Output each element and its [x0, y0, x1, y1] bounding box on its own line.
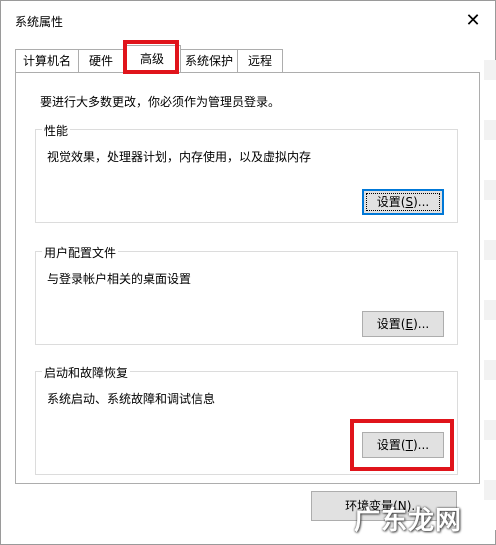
settings-button-highlight-box: [350, 419, 454, 471]
tab-computer-name[interactable]: 计算机名: [15, 49, 79, 72]
watermark-logo: 广东龙网: [354, 506, 463, 536]
user-profiles-group: 用户配置文件 与登录帐户相关的桌面设置 设置(E)...: [35, 244, 458, 345]
focus-rect: [366, 193, 440, 211]
user-profiles-description: 与登录帐户相关的桌面设置: [47, 272, 192, 286]
background-window-edge: [484, 60, 496, 530]
user-profiles-button-key: E: [405, 317, 414, 331]
window-title: 系统属性: [15, 15, 64, 29]
tab-remote[interactable]: 远程: [237, 49, 283, 72]
performance-settings-button[interactable]: 设置(S)...: [362, 189, 444, 215]
tab-hardware[interactable]: 硬件: [78, 49, 124, 72]
performance-legend: 性能: [42, 122, 71, 139]
user-profiles-legend: 用户配置文件: [42, 244, 119, 261]
tab-highlight-box: [123, 40, 179, 74]
startup-recovery-description: 系统启动、系统故障和调试信息: [47, 392, 216, 406]
close-icon[interactable]: ✕: [459, 7, 487, 35]
performance-description: 视觉效果，处理器计划，内存使用，以及虚拟内存: [47, 150, 312, 164]
performance-group: 性能 视觉效果，处理器计划，内存使用，以及虚拟内存 设置(S)...: [35, 122, 458, 223]
admin-note: 要进行大多数更改，你必须作为管理员登录。: [40, 95, 281, 109]
startup-recovery-legend: 启动和故障恢复: [42, 364, 131, 381]
title-bar: 系统属性 ✕: [1, 1, 495, 39]
user-profiles-settings-button[interactable]: 设置(E)...: [362, 311, 444, 337]
user-profiles-button-prefix: 设置(: [376, 317, 406, 331]
user-profiles-button-suffix: )...: [413, 317, 430, 331]
tab-system-protection[interactable]: 系统保护: [180, 49, 238, 72]
system-properties-dialog: 系统属性 ✕ 计算机名 硬件 高级 系统保护 远程 要进行大多数更改，你必须作为…: [0, 0, 496, 545]
tab-bar: 计算机名 硬件 高级 系统保护 远程: [15, 45, 485, 73]
